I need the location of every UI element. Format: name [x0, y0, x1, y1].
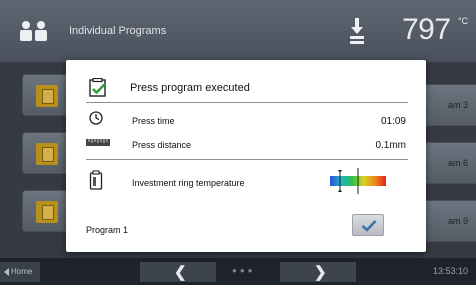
press-time-label: Press time	[132, 116, 175, 126]
temperature-gradient-bar	[330, 168, 386, 194]
back-arrow-icon	[4, 268, 9, 276]
program-name: Program 1	[86, 225, 129, 235]
program-icon	[36, 143, 58, 165]
page-title: Individual Programs	[69, 25, 167, 37]
divider	[86, 102, 408, 103]
dialog-title: Press program executed	[130, 82, 250, 94]
chevron-left-icon: ❮	[174, 264, 187, 281]
program-tile[interactable]: am 6	[420, 142, 476, 184]
temperature-unit: °C	[458, 16, 469, 26]
footer-bar: Home ❮ ●●● ❯ 13:53:10	[0, 258, 476, 285]
checklist-icon	[89, 78, 106, 97]
program-tile-label: am 3	[447, 100, 468, 110]
confirm-button[interactable]	[352, 214, 384, 236]
program-tile-label: am 9	[447, 216, 468, 226]
program-tile[interactable]	[22, 132, 70, 174]
user-group-icon	[20, 21, 47, 41]
program-icon	[36, 85, 58, 107]
press-result-dialog: Press program executed Press time 01:09 …	[66, 60, 426, 252]
furnace-icon[interactable]	[349, 18, 365, 44]
press-time-value: 01:09	[380, 116, 406, 127]
program-tile[interactable]: am 3	[420, 84, 476, 126]
program-tile[interactable]	[22, 74, 70, 116]
divider	[86, 159, 408, 160]
investment-ring-icon	[89, 170, 103, 190]
next-page-button[interactable]: ❯	[280, 262, 356, 282]
chevron-right-icon: ❯	[314, 264, 327, 281]
checkmark-icon	[361, 220, 377, 232]
program-icon	[36, 201, 58, 223]
header-bar: Individual Programs 797 °C	[0, 0, 476, 62]
home-button[interactable]: Home	[0, 262, 40, 282]
program-tile-label: am 6	[447, 158, 468, 168]
home-label: Home	[11, 267, 33, 276]
clock-icon	[89, 111, 103, 125]
program-tile[interactable]	[22, 190, 70, 232]
press-distance-value: 0.1mm	[375, 140, 406, 151]
ruler-icon	[86, 139, 110, 146]
program-tile[interactable]: am 9	[420, 200, 476, 242]
investment-ring-temperature-label: Investment ring temperature	[132, 178, 245, 188]
temperature-readout: 797	[402, 13, 451, 46]
previous-page-button[interactable]: ❮	[140, 262, 216, 282]
clock-time: 13:53:10	[432, 266, 468, 276]
page-indicator: ●●●	[232, 266, 256, 275]
press-distance-label: Press distance	[132, 140, 192, 150]
